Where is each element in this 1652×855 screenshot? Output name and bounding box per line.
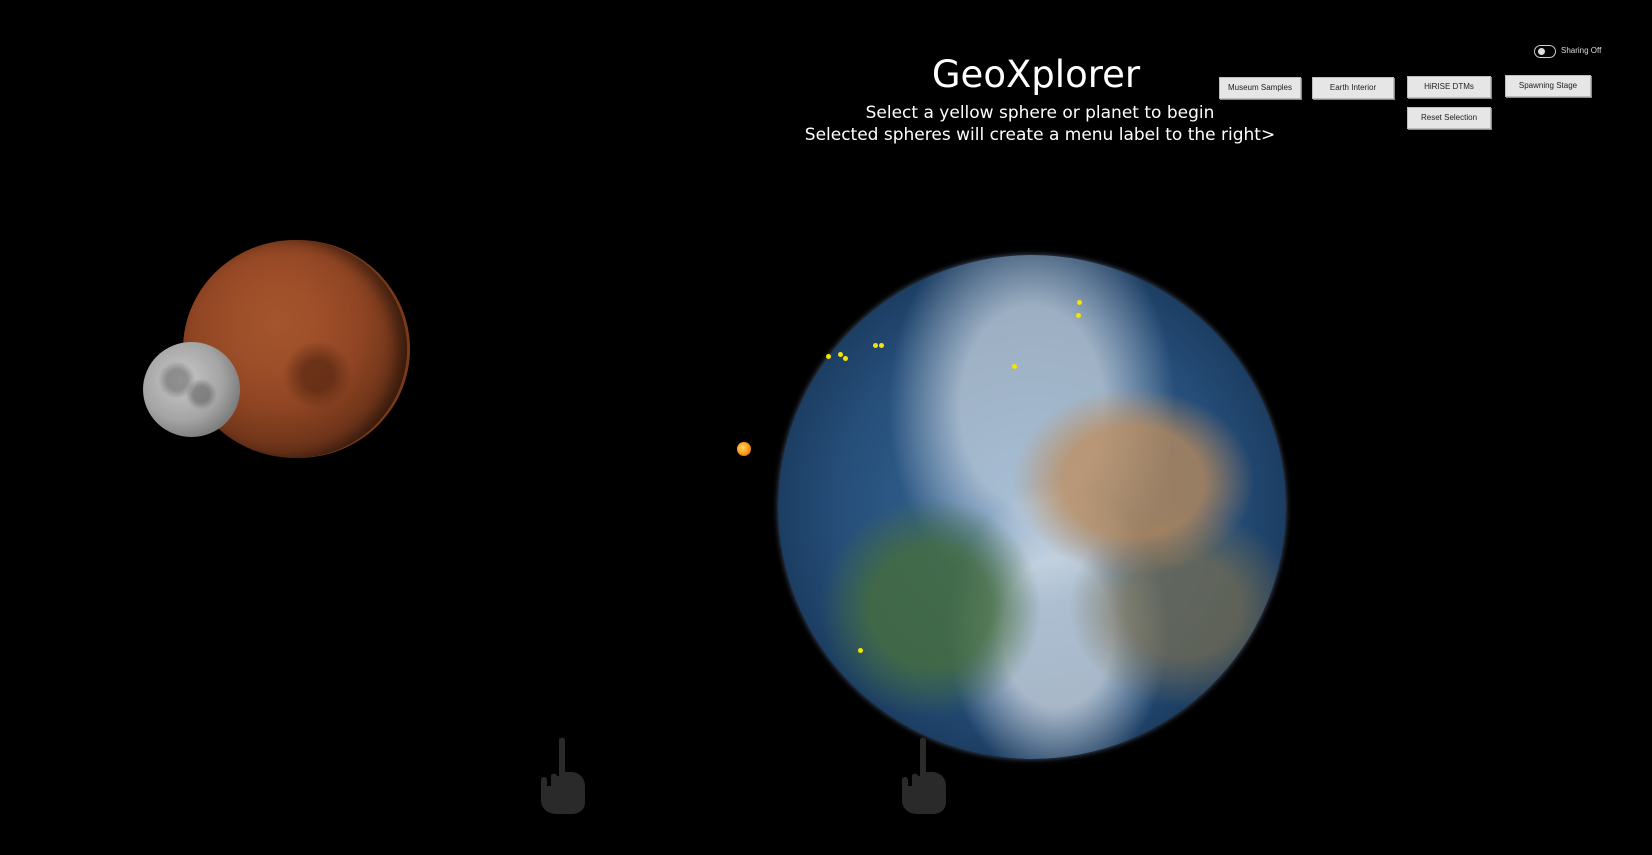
sharing-toggle[interactable] bbox=[1534, 45, 1556, 58]
sample-marker[interactable] bbox=[826, 354, 831, 359]
sample-marker[interactable] bbox=[879, 343, 884, 348]
hirise-dtms-button[interactable]: HiRISE DTMs bbox=[1407, 76, 1491, 98]
sample-marker[interactable] bbox=[843, 356, 848, 361]
sharing-label: Sharing Off bbox=[1561, 46, 1602, 55]
sample-marker[interactable] bbox=[1012, 364, 1017, 369]
museum-samples-button[interactable]: Museum Samples bbox=[1219, 77, 1301, 99]
sample-marker[interactable] bbox=[1076, 313, 1081, 318]
reset-selection-button[interactable]: Reset Selection bbox=[1407, 107, 1491, 129]
moon-planet[interactable] bbox=[143, 342, 240, 437]
sample-marker[interactable] bbox=[1077, 300, 1082, 305]
toggle-knob bbox=[1538, 48, 1545, 55]
sun-sphere[interactable] bbox=[737, 442, 751, 456]
earth-planet[interactable] bbox=[778, 255, 1286, 759]
hand-pointer-icon bbox=[902, 737, 946, 814]
hand-pointer-icon bbox=[541, 737, 585, 814]
sample-marker[interactable] bbox=[858, 648, 863, 653]
instruction-line-2: Selected spheres will create a menu labe… bbox=[804, 125, 1276, 145]
instructions: Select a yellow sphere or planet to begi… bbox=[780, 102, 1300, 146]
sample-marker[interactable] bbox=[838, 352, 843, 357]
app-title: GeoXplorer bbox=[931, 53, 1141, 96]
instruction-line-1: Select a yellow sphere or planet to begi… bbox=[865, 103, 1215, 123]
earth-interior-button[interactable]: Earth Interior bbox=[1312, 77, 1394, 99]
spawning-stage-button[interactable]: Spawning Stage bbox=[1505, 75, 1591, 97]
sample-marker[interactable] bbox=[873, 343, 878, 348]
